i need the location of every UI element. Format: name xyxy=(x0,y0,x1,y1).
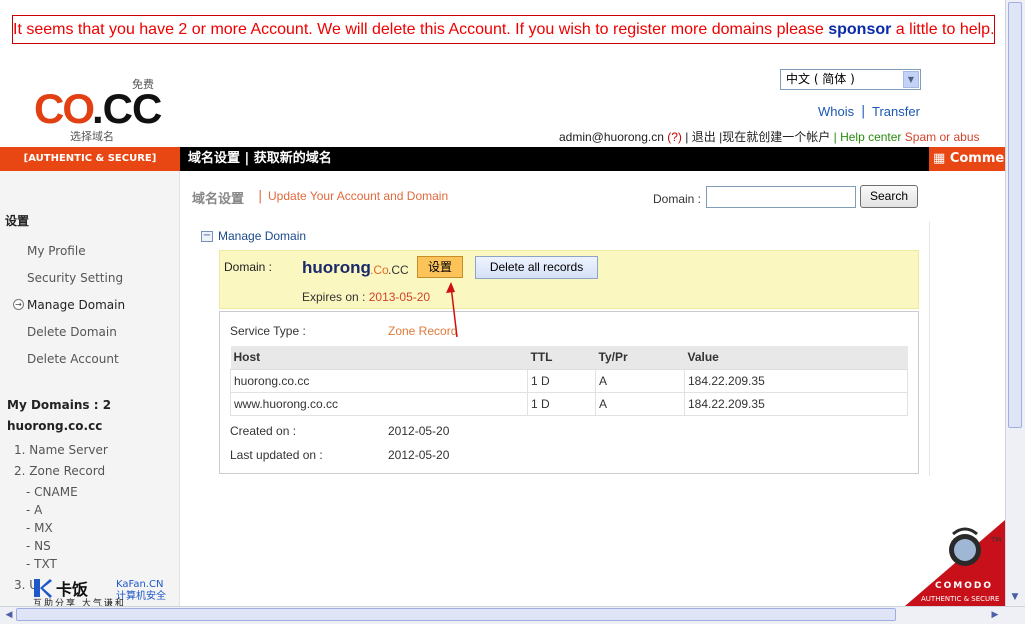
sidebar-record-a[interactable]: - A xyxy=(26,503,42,517)
sidebar-item-delete-domain[interactable]: Delete Domain xyxy=(27,325,117,339)
table-row[interactable]: huorong.co.cc 1 D A 184.22.209.35 xyxy=(230,368,908,393)
kafan-watermark-logo: 卡饭 KaFan.CN 计算机安全 互助分享 大气谦和 xyxy=(33,579,166,606)
user-email: admin@huorong.cn xyxy=(559,130,664,144)
col-type: Ty/Pr xyxy=(595,346,685,370)
whois-link[interactable]: Whois xyxy=(818,104,854,119)
sidebar-item-name-server[interactable]: 1. Name Server xyxy=(14,443,108,457)
expand-icon: → xyxy=(13,299,24,310)
col-host: Host xyxy=(230,346,528,370)
horizontal-scroll-thumb[interactable] xyxy=(16,608,896,621)
row-value: 184.22.209.35 xyxy=(684,391,908,416)
logo-cc[interactable]: .CC xyxy=(92,88,162,130)
domain-name: huorong xyxy=(302,258,371,277)
sidebar-item-my-profile[interactable]: My Profile xyxy=(27,244,86,258)
domain-search-input[interactable] xyxy=(706,186,856,208)
col-value: Value xyxy=(684,346,908,370)
annotation-arrow-icon xyxy=(446,282,458,338)
row-type: A xyxy=(595,391,685,416)
manage-domain-title: Manage Domain xyxy=(218,229,307,243)
user-sep-3: | xyxy=(833,130,837,144)
page: It seems that you have 2 or more Account… xyxy=(0,0,1025,624)
collapse-icon[interactable]: − xyxy=(201,231,213,242)
toplinks-separator: | xyxy=(861,104,866,119)
sidebar-item-zone-record[interactable]: 2. Zone Record xyxy=(14,464,105,478)
row-ttl: 1 D xyxy=(527,391,596,416)
scroll-left-arrow-icon[interactable]: ◀ xyxy=(2,608,16,622)
logo-co[interactable]: CO xyxy=(34,88,95,130)
created-value: 2012-05-20 xyxy=(388,424,450,438)
language-selected: 中文 ( 简体 ) xyxy=(786,72,855,86)
comodo-tm: TM xyxy=(990,536,1001,544)
created-label: Created on : xyxy=(230,424,297,438)
sidebar-item-manage-domain[interactable]: Manage Domain xyxy=(27,298,125,312)
kafan-site: KaFan.CN xyxy=(116,579,163,590)
scroll-right-arrow-icon[interactable]: ▶ xyxy=(988,608,1002,622)
breadcrumb-update-account[interactable]: Update Your Account and Domain xyxy=(268,189,448,203)
comodo-brand: COMODO xyxy=(935,581,993,591)
create-account-link[interactable]: 现在就创建一个帐户 xyxy=(722,130,830,144)
records-table: Host TTL Ty/Pr Value huorong.co.cc 1 D A… xyxy=(230,346,908,416)
domain-suffix-co: .Co xyxy=(370,263,389,277)
notice-text-after: a little to help. xyxy=(891,21,995,38)
breadcrumb-separator: | xyxy=(258,189,263,204)
expires-label: Expires on : xyxy=(302,290,366,304)
domain-search-label: Domain : xyxy=(653,192,702,206)
expires-line: Expires on : 2013-05-20 xyxy=(302,290,430,304)
comodo-tagline: AUTHENTIC & SECURE xyxy=(921,595,999,603)
sidebar-record-ns[interactable]: - NS xyxy=(26,539,51,553)
notice-text-before: It seems that you have 2 or more Account… xyxy=(13,21,829,38)
kafan-brand: 卡饭 xyxy=(56,580,88,599)
search-button[interactable]: Search xyxy=(860,185,918,208)
chevron-down-icon[interactable]: ▼ xyxy=(903,71,919,88)
comment-label: Comme xyxy=(949,151,1005,166)
breadcrumb-domain-settings[interactable]: 域名设置 xyxy=(192,188,244,207)
sponsor-link[interactable]: sponsor xyxy=(828,21,891,38)
scroll-down-arrow-icon[interactable]: ▼ xyxy=(1008,590,1022,604)
row-ttl: 1 D xyxy=(527,368,596,393)
authentic-secure-badge: [AUTHENTIC & SECURE] xyxy=(0,147,180,171)
my-domains-count: My Domains : 2 xyxy=(7,398,112,412)
row-host: huorong.co.cc xyxy=(230,368,528,393)
expires-value: 2013-05-20 xyxy=(368,290,431,304)
user-line: admin@huorong.cn (?) | 退出 |现在就创建一个帐户 | H… xyxy=(559,128,980,145)
help-question-link[interactable]: (?) xyxy=(667,130,682,144)
nav-links[interactable]: 域名设置 | 获取新的域名 xyxy=(188,147,332,171)
logo-subtitle: 选择域名 xyxy=(70,130,114,143)
delete-all-records-button[interactable]: Delete all records xyxy=(475,256,598,279)
row-value: 184.22.209.35 xyxy=(684,368,908,393)
transfer-link[interactable]: Transfer xyxy=(872,104,920,119)
comment-button[interactable]: ▦ Comme xyxy=(929,147,1005,171)
row-type: A xyxy=(595,368,685,393)
sidebar-record-mx[interactable]: - MX xyxy=(26,521,53,535)
comment-icon: ▦ xyxy=(933,151,950,166)
sidebar-record-cname[interactable]: - CNAME xyxy=(26,485,78,499)
help-center-link[interactable]: Help center xyxy=(840,130,901,144)
kafan-motto: 互助分享 大气谦和 xyxy=(33,597,126,606)
table-header-row: Host TTL Ty/Pr Value xyxy=(230,346,908,370)
spam-abuse-link[interactable]: Spam or abus xyxy=(905,130,980,144)
comodo-seal-icon[interactable]: TM COMODO AUTHENTIC & SECURE xyxy=(905,520,1005,606)
sidebar-heading: 设置 xyxy=(5,214,30,228)
table-row[interactable]: www.huorong.co.cc 1 D A 184.22.209.35 xyxy=(230,391,908,416)
vertical-scroll-thumb[interactable] xyxy=(1008,2,1022,428)
sidebar-item-security-setting[interactable]: Security Setting xyxy=(27,271,123,285)
language-select[interactable]: 中文 ( 简体 ) ▼ xyxy=(780,69,921,90)
settings-button[interactable]: 设置 xyxy=(417,256,463,278)
row-host: www.huorong.co.cc xyxy=(230,391,528,416)
user-sep-1: | xyxy=(685,130,689,144)
sidebar-record-txt[interactable]: - TXT xyxy=(26,557,57,571)
logout-link[interactable]: 退出 xyxy=(692,130,716,144)
domain-label: Domain : xyxy=(224,260,273,274)
sidebar-domain[interactable]: huorong.co.cc xyxy=(7,419,102,433)
account-notice: It seems that you have 2 or more Account… xyxy=(12,15,995,44)
service-type-label: Service Type : xyxy=(230,324,306,338)
sidebar-item-delete-account[interactable]: Delete Account xyxy=(27,352,119,366)
domain-suffix-cc: .CC xyxy=(388,263,409,277)
updated-value: 2012-05-20 xyxy=(388,448,450,462)
col-ttl: TTL xyxy=(527,346,596,370)
updated-label: Last updated on : xyxy=(230,448,323,462)
